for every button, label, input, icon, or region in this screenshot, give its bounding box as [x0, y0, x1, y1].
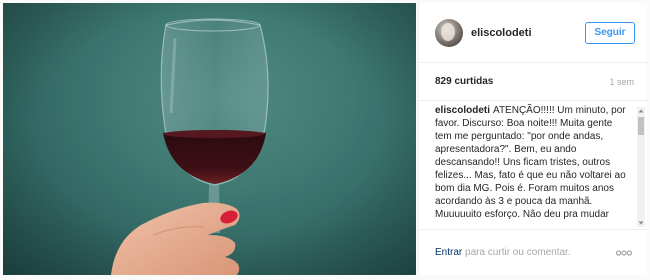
caption-text: ATENÇÃO!!!!! Um minuto, por favor. Discu… — [435, 105, 626, 220]
post-header: eliscolodeti Seguir — [419, 3, 648, 63]
instagram-post-frame: eliscolodeti Seguir 829 curtidas 1 sem e… — [0, 0, 650, 280]
login-link[interactable]: Entrar — [435, 247, 462, 258]
avatar[interactable] — [435, 19, 463, 47]
post-caption: eliscolodeti ATENÇÃO!!!!! Um minuto, por … — [435, 104, 631, 221]
ellipsis-icon[interactable] — [616, 250, 632, 256]
post-photo[interactable] — [3, 3, 416, 275]
post-time[interactable]: 1 sem — [609, 77, 634, 87]
caption-username[interactable]: eliscolodeti — [435, 105, 490, 116]
post-side-panel: eliscolodeti Seguir 829 curtidas 1 sem e… — [418, 3, 648, 275]
scroll-down-arrow-icon[interactable] — [637, 219, 645, 227]
post-stats: 829 curtidas 1 sem — [419, 63, 648, 101]
header-username[interactable]: eliscolodeti — [471, 27, 532, 39]
post-footer: Entrar para curtir ou comentar. — [419, 229, 648, 275]
login-prompt: Entrar para curtir ou comentar. — [435, 247, 571, 258]
wine-glass-photo — [3, 3, 416, 275]
likes-count[interactable]: 829 curtidas — [435, 76, 493, 87]
login-prompt-text: para curtir ou comentar. — [462, 247, 571, 258]
comments-section[interactable]: eliscolodeti ATENÇÃO!!!!! Um minuto, por … — [419, 101, 648, 229]
scrollbar-thumb[interactable] — [638, 117, 644, 135]
comments-scrollbar[interactable] — [637, 107, 645, 227]
follow-button[interactable]: Seguir — [585, 22, 635, 44]
scroll-up-arrow-icon[interactable] — [637, 107, 645, 115]
